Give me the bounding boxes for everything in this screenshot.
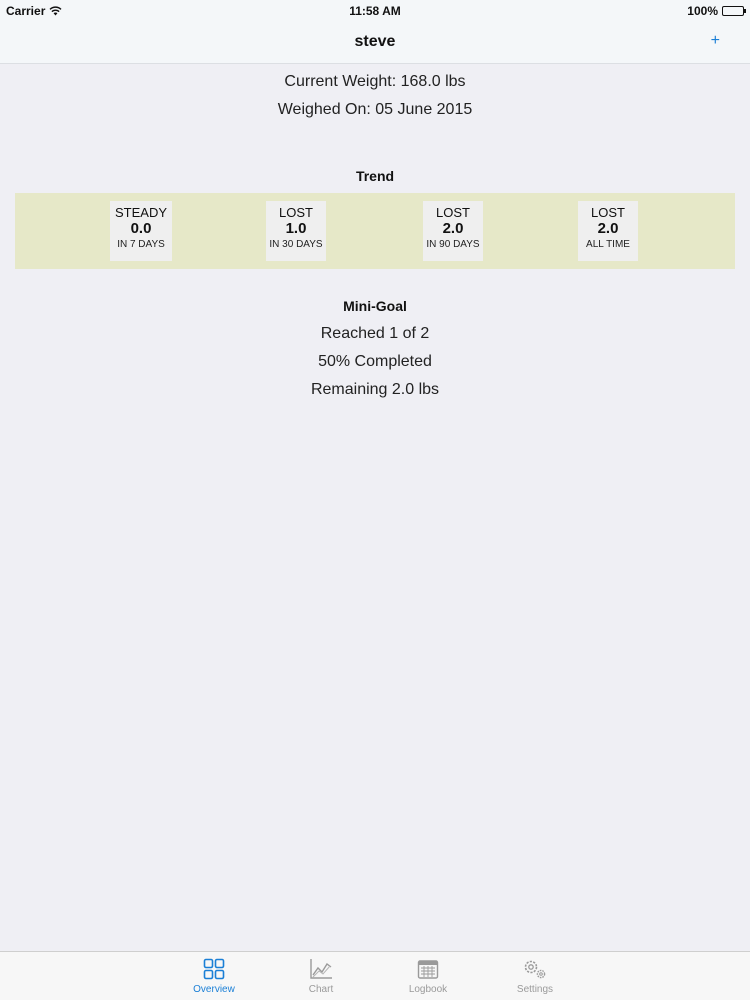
mini-goal-reached: Reached 1 of 2 <box>320 325 430 342</box>
calendar-icon <box>417 960 439 979</box>
trend-status: LOST <box>436 205 470 220</box>
trend-card-all-time: LOST 2.0 ALL TIME <box>578 201 638 261</box>
trend-period: ALL TIME <box>586 239 630 250</box>
chart-icon <box>310 959 332 979</box>
trend-value: 0.0 <box>130 220 152 237</box>
page-title: steve <box>354 33 396 50</box>
trend-heading: Trend <box>355 168 395 184</box>
tab-settings[interactable]: Settings <box>495 958 575 995</box>
tab-label: Logbook <box>408 984 448 995</box>
trend-status: STEADY <box>114 205 167 220</box>
trend-card-90-days: LOST 2.0 IN 90 DAYS <box>423 201 483 261</box>
battery-indicator: 100% <box>687 4 746 18</box>
trend-period: IN 90 DAYS <box>426 239 480 250</box>
tab-label: Overview <box>193 984 235 995</box>
weighed-on-label: Weighed On: 05 June 2015 <box>277 101 473 118</box>
trend-status: LOST <box>591 205 625 220</box>
tab-label: Chart <box>308 984 334 995</box>
trend-period: IN 7 DAYS <box>117 239 165 250</box>
battery-percent: 100% <box>687 4 718 18</box>
gears-icon <box>524 960 546 979</box>
tab-logbook[interactable]: Logbook <box>388 958 468 995</box>
trend-card-30-days: LOST 1.0 IN 30 DAYS <box>266 201 326 261</box>
mini-goal-heading: Mini-Goal <box>343 298 407 314</box>
tab-bar: Overview Chart Logbook Settings <box>0 951 750 1000</box>
trend-card-7-days: STEADY 0.0 IN 7 DAYS <box>110 201 172 261</box>
add-entry-button[interactable]: + <box>711 32 720 50</box>
tab-chart[interactable]: Chart <box>281 958 361 995</box>
mini-goal-remaining: Remaining 2.0 lbs <box>310 381 440 398</box>
trend-period: IN 30 DAYS <box>269 239 323 250</box>
trend-value: 2.0 <box>597 220 619 237</box>
navigation-bar: steve + <box>0 22 750 64</box>
grid-icon <box>203 958 225 980</box>
trend-value: 1.0 <box>285 220 307 237</box>
mini-goal-completed: 50% Completed <box>318 353 432 370</box>
trend-value: 2.0 <box>442 220 464 237</box>
trend-panel: STEADY 0.0 IN 7 DAYS LOST 1.0 IN 30 DAYS… <box>15 193 735 269</box>
status-bar: Carrier 11:58 AM 100% <box>0 0 750 22</box>
clock: 11:58 AM <box>349 4 401 18</box>
current-weight-label: Current Weight: 168.0 lbs <box>284 73 466 90</box>
trend-status: LOST <box>279 205 313 220</box>
tab-overview[interactable]: Overview <box>174 958 254 995</box>
battery-icon <box>722 6 746 16</box>
tab-label: Settings <box>516 984 554 995</box>
